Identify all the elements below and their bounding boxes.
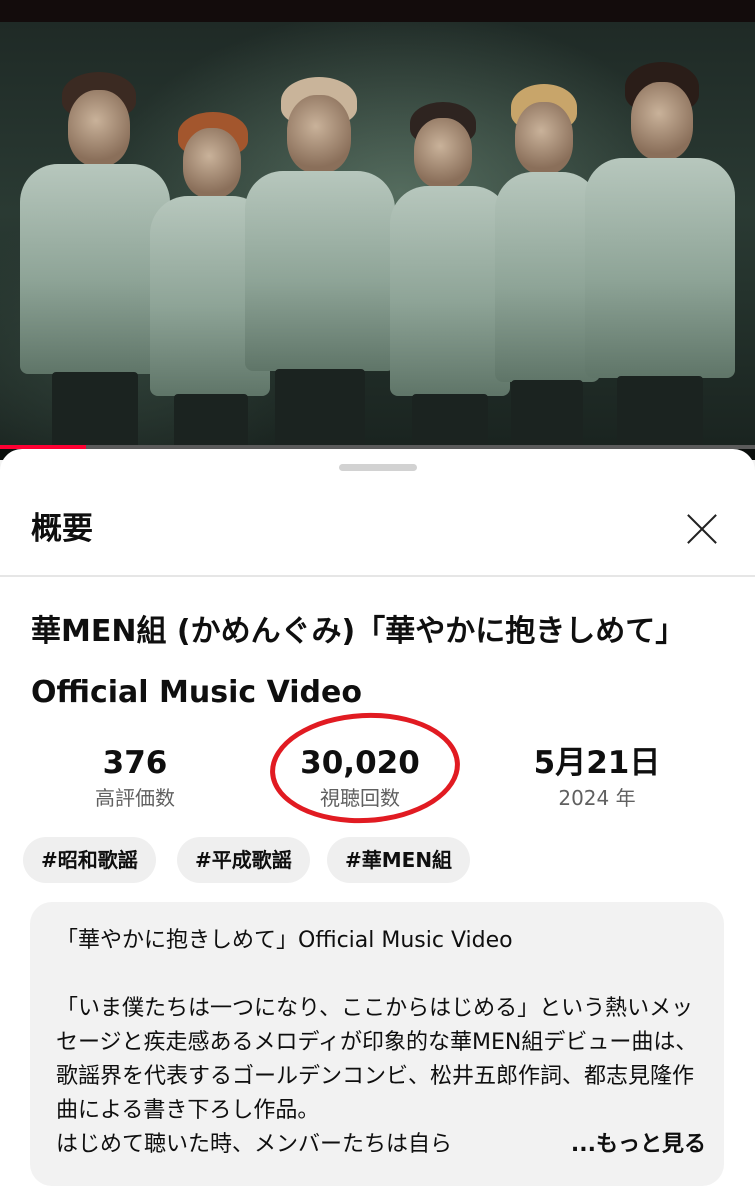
description-truncated-text: はじめて聴いた時、メンバーたちは自ら xyxy=(56,1132,453,1157)
publish-year: 2024 年 xyxy=(558,786,636,810)
hashtag-chip[interactable]: #昭和歌謡 xyxy=(23,837,156,883)
top-strip xyxy=(0,0,755,22)
description-sheet: 概要 華MEN組 (かめんぐみ)「華やかに抱きしめて」Official Musi… xyxy=(0,449,755,1200)
likes-label: 高評価数 xyxy=(95,786,175,810)
person-figure xyxy=(390,102,510,452)
divider xyxy=(0,575,755,577)
hashtag-chip[interactable]: #華MEN組 xyxy=(327,837,471,883)
person-figure xyxy=(585,62,735,452)
more-fade: ...もっと見る xyxy=(500,1128,706,1162)
video-title: 華MEN組 (かめんぐみ)「華やかに抱きしめて」Official Music V… xyxy=(31,614,686,710)
hashtag-chip[interactable]: #平成歌謡 xyxy=(177,837,310,883)
sheet-title: 概要 xyxy=(31,511,93,547)
likes-stat: 376 高評価数 xyxy=(60,743,210,813)
description-box[interactable]: 「華やかに抱きしめて」Official Music Video 「いま僕たちは一… xyxy=(30,902,724,1186)
person-figure xyxy=(20,72,170,452)
description-title-line: 「華やかに抱きしめて」Official Music Video xyxy=(56,928,513,953)
date-stat: 5月21日 2024 年 xyxy=(522,743,672,813)
person-figure xyxy=(245,77,395,452)
description-paragraph: 「いま僕たちは一つになり、ここからはじめる」という熱いメッセージと疾走感あるメロ… xyxy=(56,996,698,1123)
likes-count: 376 xyxy=(102,745,168,781)
video-player[interactable] xyxy=(0,0,755,460)
close-icon[interactable] xyxy=(684,511,720,547)
drag-handle[interactable] xyxy=(339,464,417,471)
show-more-link[interactable]: ...もっと見る xyxy=(571,1132,706,1157)
publish-date: 5月21日 xyxy=(533,745,661,781)
video-frame xyxy=(0,22,755,452)
description-last-line: はじめて聴いた時、メンバーたちは自ら ...もっと見る xyxy=(56,1128,706,1162)
